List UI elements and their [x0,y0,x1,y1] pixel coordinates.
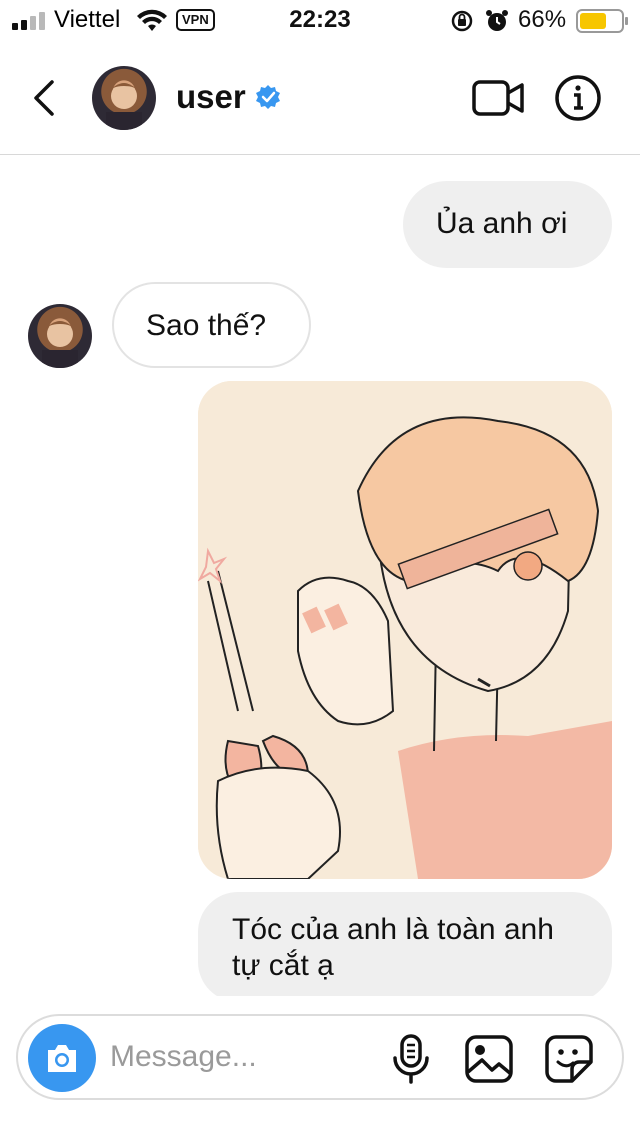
avatar-portrait [106,83,142,130]
message-bubble-incoming[interactable]: Sao thế? [112,282,311,368]
composer-backdrop [0,996,640,1016]
status-bar: Viettel VPN 22:23 66% [0,0,640,40]
photo-illustration [198,381,612,879]
message-photo[interactable] [198,381,612,879]
message-input[interactable]: Message... [110,1040,257,1074]
info-icon[interactable] [554,74,602,122]
sender-avatar[interactable] [28,304,92,368]
chat-username[interactable]: user [176,78,246,116]
camera-icon [48,1045,76,1072]
battery-percent: 66% [518,6,567,33]
message-bubble-outgoing[interactable]: Tóc của anh là toàn anh tự cắt ạ [198,892,612,1002]
gallery-icon[interactable] [464,1034,514,1084]
microphone-icon[interactable] [386,1034,436,1084]
message-composer: Message... [16,1014,624,1100]
message-text-line: Tóc của anh là toàn anh [232,913,554,946]
lock-rotation-icon [451,10,473,32]
alarm-icon [486,10,508,31]
video-call-icon[interactable] [472,80,524,116]
camera-button[interactable] [28,1024,96,1092]
sticker-icon[interactable] [544,1034,594,1084]
back-icon[interactable] [30,80,58,116]
verified-badge-icon [256,85,280,109]
avatar-portrait [42,321,78,368]
message-bubble-outgoing[interactable]: Ủa anh ơi [403,181,612,268]
battery-icon [576,9,628,33]
message-text-line: tự cắt ạ [232,949,334,982]
header-avatar[interactable] [92,66,156,130]
